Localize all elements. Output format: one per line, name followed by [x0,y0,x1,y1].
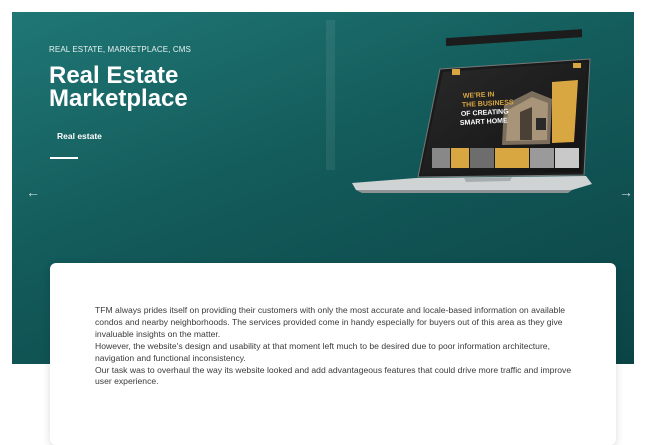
description-paragraph: Our task was to overhaul the way its web… [95,364,572,387]
site-logo-icon [452,69,460,75]
project-description: TFM always prides itself on providing th… [95,305,585,388]
description-paragraph: However, the website's design and usabil… [95,340,550,363]
description-paragraph: TFM always prides itself on providing th… [95,305,566,339]
description-card: TFM always prides itself on providing th… [50,263,616,445]
arrow-left-icon[interactable]: ← [26,184,40,200]
arrow-right-icon[interactable]: → [619,184,633,200]
